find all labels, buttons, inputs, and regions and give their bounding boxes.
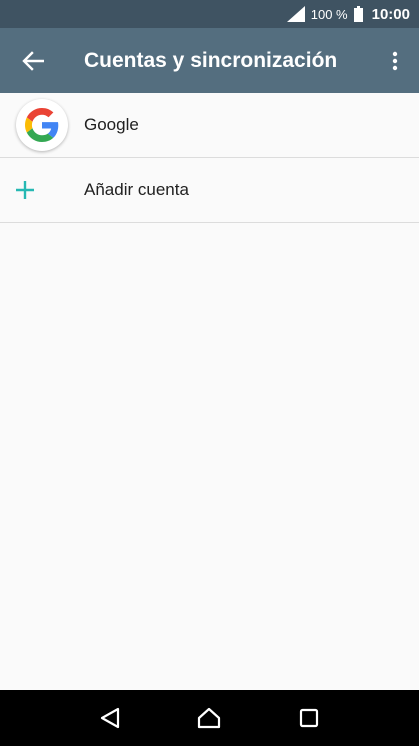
nav-recents-button[interactable] — [285, 694, 333, 742]
overflow-menu-button[interactable] — [371, 28, 419, 93]
add-icon-slot — [0, 158, 84, 222]
page-title: Cuentas y sincronización — [84, 48, 338, 72]
accounts-list: Google Añadir cuenta — [0, 93, 419, 223]
home-icon — [198, 707, 221, 729]
more-vert-icon — [392, 51, 398, 70]
nav-back-button[interactable] — [86, 694, 134, 742]
account-row-google[interactable]: Google — [0, 93, 419, 158]
battery-percent: 100 % — [310, 6, 348, 22]
nav-home-button[interactable] — [185, 694, 233, 742]
add-account-label: Añadir cuenta — [84, 180, 189, 199]
add-account-row[interactable]: Añadir cuenta — [0, 158, 419, 223]
google-logo-icon — [25, 108, 59, 142]
app-bar: Cuentas y sincronización — [0, 28, 419, 93]
plus-icon — [16, 181, 34, 199]
arrow-back-icon — [22, 50, 44, 71]
back-triangle-icon — [100, 707, 119, 729]
clock: 10:00 — [371, 5, 410, 23]
signal-icon — [286, 6, 305, 22]
account-label: Google — [84, 115, 139, 134]
navigation-bar — [0, 690, 419, 746]
battery-icon — [353, 6, 363, 22]
recents-icon — [300, 708, 319, 728]
google-badge — [16, 99, 68, 151]
back-button[interactable] — [0, 28, 66, 93]
account-icon-slot — [0, 93, 84, 157]
status-bar: 100 % 10:00 — [0, 0, 419, 28]
